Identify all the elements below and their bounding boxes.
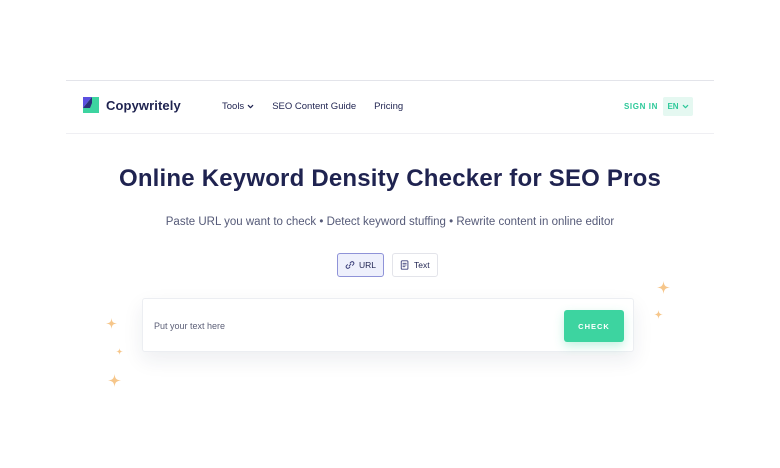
sparkle-icon	[654, 310, 663, 319]
check-button[interactable]: CHECK	[564, 310, 624, 342]
mode-text-button[interactable]: Text	[392, 253, 438, 277]
language-selector[interactable]: EN	[663, 97, 693, 116]
sparkle-icon	[108, 374, 121, 387]
nav-item-pricing-label: Pricing	[374, 101, 404, 112]
sparkle-icon	[106, 318, 117, 329]
chevron-down-icon	[247, 104, 254, 109]
mode-text-label: Text	[414, 260, 430, 270]
link-icon	[345, 261, 355, 269]
page: Copywritely Tools SEO Content Guide Pric…	[0, 0, 780, 468]
nav-item-seo-content-guide[interactable]: SEO Content Guide	[272, 101, 356, 112]
mode-url-label: URL	[359, 260, 377, 270]
nav-item-tools-label: Tools	[222, 101, 245, 112]
main-menu: Tools SEO Content Guide Pricing	[222, 101, 403, 112]
nav-divider	[66, 133, 714, 134]
chevron-down-icon	[682, 104, 688, 109]
brand-logo-link[interactable]: Copywritely	[83, 97, 181, 113]
top-navigation: Copywritely Tools SEO Content Guide Pric…	[66, 81, 714, 133]
page-subtitle: Paste URL you want to check • Detect key…	[165, 216, 615, 228]
sparkle-icon	[116, 348, 123, 355]
brand-name: Copywritely	[106, 97, 181, 113]
document-icon	[400, 260, 409, 270]
sign-in-link[interactable]: SIGN IN	[624, 102, 658, 111]
mode-url-button[interactable]: URL	[337, 253, 385, 277]
language-label: EN	[667, 102, 679, 111]
copywritely-logo-icon	[83, 97, 99, 113]
nav-item-seo-content-guide-label: SEO Content Guide	[272, 101, 357, 112]
nav-item-pricing[interactable]: Pricing	[374, 101, 403, 112]
page-title: Online Keyword Density Checker for SEO P…	[118, 165, 662, 192]
text-input[interactable]	[154, 317, 534, 335]
nav-item-tools[interactable]: Tools	[222, 101, 254, 112]
sparkle-icon	[657, 281, 670, 294]
input-mode-toggle: URL Text	[337, 253, 438, 277]
checker-form: CHECK	[142, 298, 634, 352]
